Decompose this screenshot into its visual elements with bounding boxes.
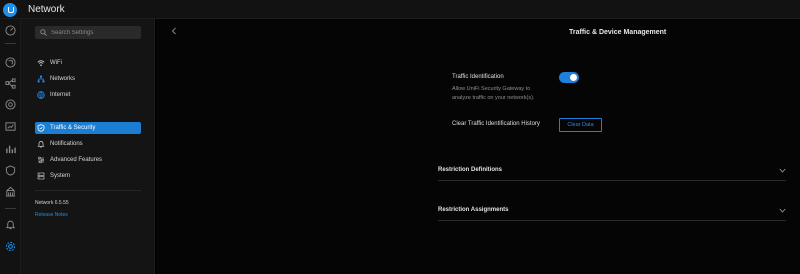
rail-divider: [5, 208, 16, 209]
sidebar-item-label: Networks: [50, 76, 76, 82]
wifi-icon: [37, 59, 45, 67]
system-icon: [37, 172, 45, 180]
search-input[interactable]: [51, 28, 137, 37]
clients-icon[interactable]: [5, 57, 16, 68]
traffic-identification-label: Traffic Identification: [452, 74, 504, 80]
clear-data-button[interactable]: Clear Data: [559, 118, 602, 132]
restriction-definitions-section[interactable]: Restriction Definitions: [438, 161, 786, 181]
chevron-down-icon[interactable]: [779, 208, 786, 213]
unifi-logo-icon[interactable]: [3, 3, 17, 17]
clear-history-label: Clear Traffic Identification History: [452, 121, 540, 127]
back-chevron-icon[interactable]: [171, 27, 177, 35]
app-title: Network: [28, 4, 65, 15]
toggle-knob: [570, 74, 577, 81]
section-label: Restriction Definitions: [438, 167, 503, 173]
top-bar: Network: [0, 0, 800, 19]
notifications-bell-icon[interactable]: [5, 219, 16, 230]
main-panel: Traffic & Device Management Traffic Iden…: [156, 19, 800, 274]
networks-icon: [37, 75, 45, 83]
section-label: Restriction Assignments: [438, 207, 509, 213]
shield-icon: [37, 124, 45, 132]
sliders-icon: [37, 156, 45, 164]
sidebar-item-networks[interactable]: Networks: [35, 73, 141, 85]
sidebar-item-label: Advanced Features: [50, 157, 103, 163]
insights-icon[interactable]: [5, 121, 16, 132]
sidebar-item-label: Internet: [50, 92, 71, 98]
dashboard-icon[interactable]: [5, 25, 16, 36]
page-title: Traffic & Device Management: [569, 29, 667, 36]
bell-icon: [37, 140, 45, 148]
left-rail: [0, 19, 21, 274]
sidebar-item-internet[interactable]: Internet: [35, 89, 141, 101]
restriction-assignments-section[interactable]: Restriction Assignments: [438, 201, 786, 221]
sidebar-divider: [35, 190, 141, 191]
sidebar-item-label: WiFi: [50, 60, 62, 66]
globe-icon: [37, 91, 45, 99]
stats-building-icon[interactable]: [5, 186, 16, 197]
security-shield-icon[interactable]: [5, 165, 16, 176]
sidebar-item-advanced-features[interactable]: Advanced Features: [35, 154, 141, 166]
traffic-identification-toggle[interactable]: [559, 72, 579, 83]
release-notes-link[interactable]: Release Notes: [35, 212, 68, 218]
rail-divider: [5, 43, 16, 44]
search-box: [35, 26, 141, 39]
sidebar-item-label: Traffic & Security: [50, 125, 96, 131]
sidebar-item-system[interactable]: System: [35, 170, 141, 182]
sidebar-item-label: System: [50, 173, 71, 179]
traffic-identification-description: Allow UniFi Security Gateway to analyze …: [452, 86, 535, 101]
settings-gear-icon[interactable]: [5, 241, 16, 252]
sidebar-item-wifi[interactable]: WiFi: [35, 57, 141, 69]
settings-sidebar: WiFi Networks Internet Traffic & Securit…: [21, 19, 155, 274]
devices-icon[interactable]: [5, 99, 16, 110]
sidebar-item-notifications[interactable]: Notifications: [35, 138, 141, 150]
sidebar-item-label: Notifications: [50, 141, 83, 147]
sidebar-item-traffic-security[interactable]: Traffic & Security: [35, 122, 141, 134]
topology-icon[interactable]: [5, 78, 16, 89]
search-icon: [40, 29, 47, 36]
statistics-icon[interactable]: [5, 143, 16, 154]
version-label: Network 6.5.55: [35, 200, 69, 206]
chevron-down-icon[interactable]: [779, 168, 786, 173]
